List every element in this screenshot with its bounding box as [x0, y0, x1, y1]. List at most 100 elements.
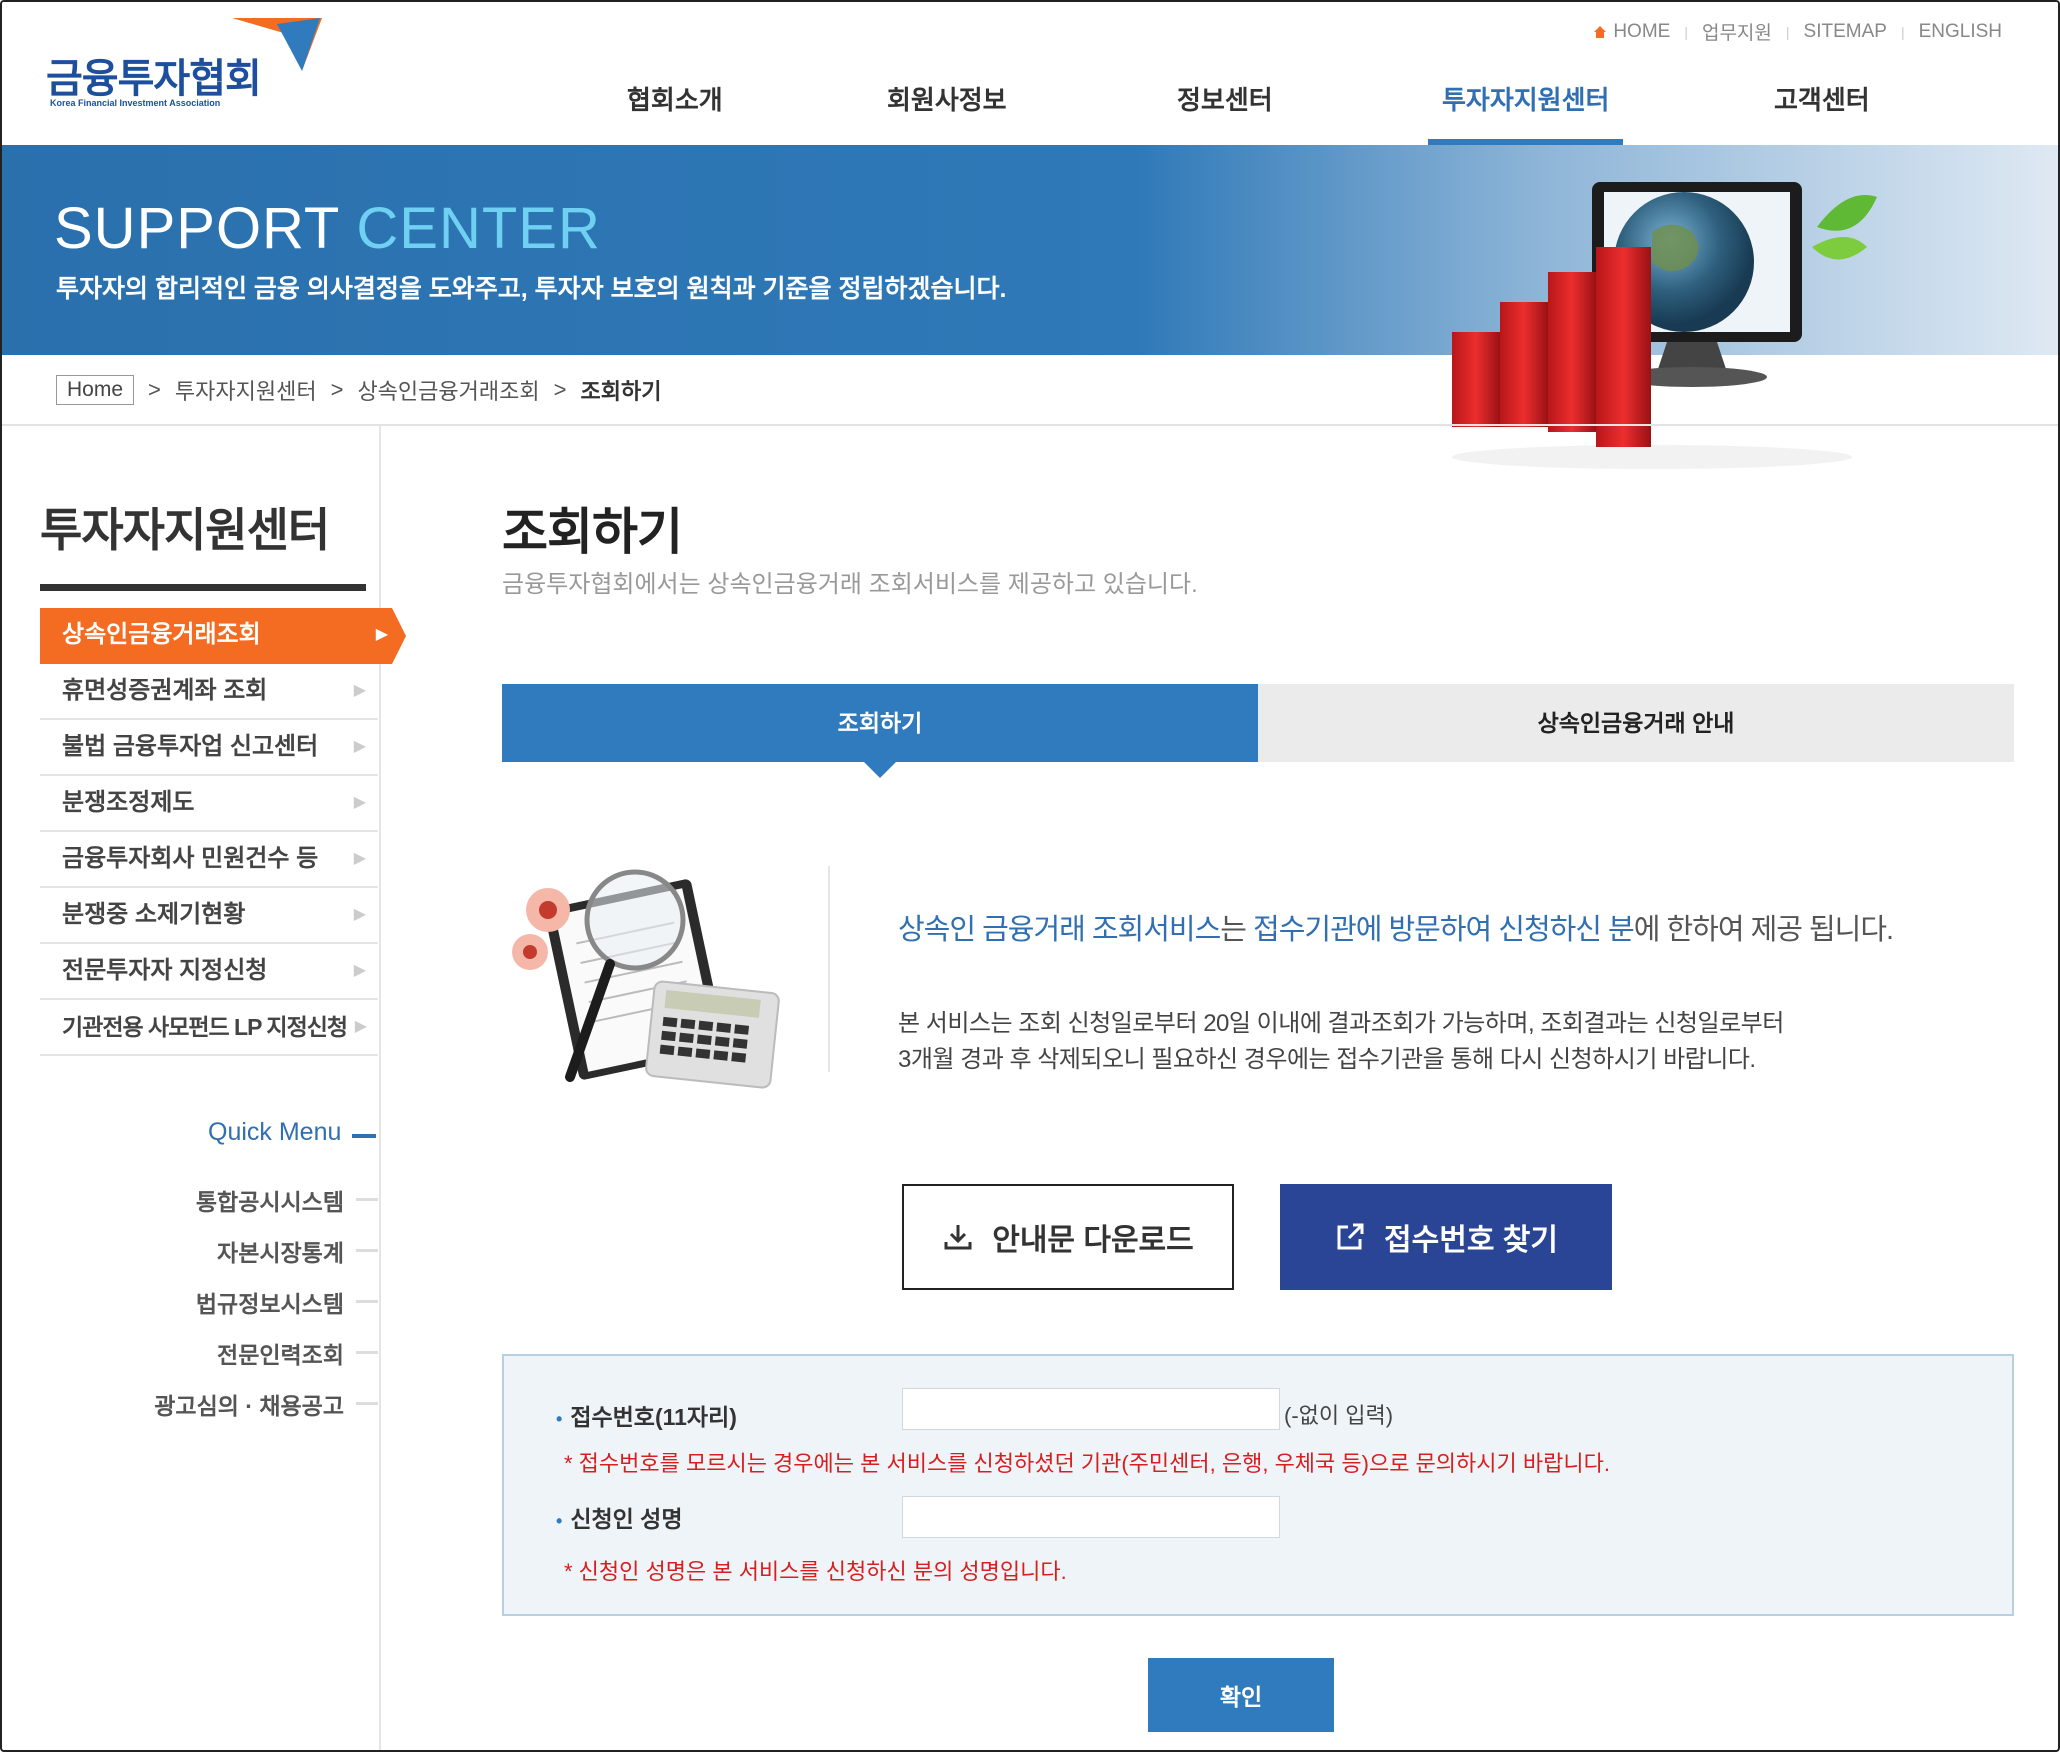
- breadcrumb-separator: >: [553, 377, 567, 402]
- receipt-number-label: • 접수번호(11자리): [556, 1398, 737, 1432]
- chevron-right-icon: ▶: [353, 962, 366, 979]
- info-headline-service: 상속인 금융거래 조회서비스: [898, 914, 1221, 946]
- breadcrumb-home[interactable]: Home: [56, 375, 135, 405]
- info-headline-tail: 에 한하여 제공 됩니다.: [1633, 914, 1894, 946]
- nav-association-intro[interactable]: 협회소개: [627, 80, 723, 145]
- chevron-right-icon: ▶: [353, 738, 366, 755]
- sidebar-item-complaint-stats[interactable]: 금융투자회사 민원건수 등 ▶: [40, 832, 378, 888]
- banner-title-main: SUPPORT: [54, 196, 357, 261]
- banner-title: SUPPORT CENTER: [54, 195, 601, 262]
- quick-item-ad-review-jobs[interactable]: 광고심의 · 채용공고: [102, 1378, 378, 1429]
- info-headline: 상속인 금융거래 조회서비스는 접수기관에 방문하여 신청하신 분에 한하여 제…: [898, 906, 1894, 948]
- logo-text: 금융투자협회: [46, 57, 262, 101]
- info-headline-condition: 접수기관에 방문하여 신청하신 분: [1253, 914, 1635, 946]
- applicant-name-label-text: 신청인 성명: [570, 1506, 683, 1532]
- quick-item-label: 통합공시시스템: [195, 1188, 344, 1215]
- banner-subtitle: 투자자의 합리적인 금융 의사결정을 도와주고, 투자자 보호의 원칙과 기준을…: [56, 275, 1007, 303]
- inquiry-form: • 접수번호(11자리) (-없이 입력) * 접수번호를 모르시는 경우에는 본…: [502, 1354, 2014, 1616]
- home-icon: [1594, 25, 1607, 38]
- download-icon: [944, 1225, 972, 1250]
- util-home-label: HOME: [1613, 20, 1671, 42]
- info-body-line-1: 본 서비스는 조회 신청일로부터 20일 이내에 결과조회가 가능하며, 조회결…: [898, 1010, 1784, 1037]
- breadcrumb-inheritance-inquiry[interactable]: 상속인금융거래조회: [357, 374, 539, 406]
- info-body: 본 서비스는 조회 신청일로부터 20일 이내에 결과조회가 가능하며, 조회결…: [898, 1006, 1784, 1078]
- chevron-right-icon: ▶: [353, 850, 366, 867]
- download-guide-button[interactable]: 안내문 다운로드: [902, 1184, 1234, 1290]
- quick-item-disclosure-system[interactable]: 통합공시시스템: [102, 1174, 378, 1225]
- quick-item-line: [356, 1198, 378, 1201]
- util-english-link[interactable]: ENGLISH: [1919, 21, 2002, 43]
- nav-customer-center[interactable]: 고객센터: [1774, 80, 1870, 145]
- page-title: 조회하기: [502, 504, 683, 560]
- find-receipt-number-button[interactable]: 접수번호 찾기: [1280, 1184, 1612, 1290]
- bullet-icon: •: [556, 1511, 563, 1531]
- chevron-right-icon: ▶: [354, 1018, 367, 1035]
- applicant-name-input[interactable]: [902, 1496, 1280, 1538]
- page-frame: 금융투자협회 Korea Financial Investment Associ…: [0, 0, 2060, 1752]
- breadcrumb-separator: >: [148, 377, 161, 402]
- find-receipt-number-label: 접수번호 찾기: [1384, 1224, 1558, 1257]
- util-work-support-link[interactable]: 업무지원: [1702, 18, 1772, 45]
- sidebar-item-dispute-mediation[interactable]: 분쟁조정제도 ▶: [40, 776, 378, 832]
- quick-item-label: 법규정보시스템: [195, 1290, 344, 1317]
- monitor-chart-illustration: [1452, 182, 1877, 469]
- info-divider: [828, 866, 830, 1072]
- info-headline-particle: 는: [1220, 914, 1254, 946]
- sidebar-item-label: 분쟁조정제도: [62, 789, 195, 816]
- quick-item-line: [356, 1402, 378, 1405]
- quick-item-line: [356, 1300, 378, 1303]
- confirm-button[interactable]: 확인: [1148, 1658, 1334, 1732]
- quick-item-professional-search[interactable]: 전문인력조회: [102, 1327, 378, 1378]
- main-nav: 협회소개 회원사정보 정보센터 투자자지원센터 고객센터: [562, 80, 1922, 145]
- sidebar-item-illegal-report[interactable]: 불법 금융투자업 신고센터 ▶: [40, 720, 378, 776]
- tab-inheritance-guide[interactable]: 상속인금융거래 안내: [1258, 684, 2014, 762]
- util-separator: |: [1785, 23, 1790, 40]
- quick-menu: 통합공시시스템 자본시장통계 법규정보시스템 전문인력조회 광고심의 · 채용공…: [102, 1174, 378, 1429]
- quick-item-line: [356, 1351, 378, 1354]
- quick-menu-title: Quick Menu: [208, 1118, 342, 1146]
- download-guide-label: 안내문 다운로드: [992, 1224, 1194, 1257]
- util-home-link[interactable]: HOME: [1593, 21, 1670, 43]
- receipt-number-input[interactable]: [902, 1388, 1280, 1430]
- quick-menu-title-bar: [352, 1134, 376, 1138]
- breadcrumb-investor-support[interactable]: 투자자지원센터: [175, 374, 317, 406]
- utility-nav: HOME | 업무지원 | SITEMAP | ENGLISH: [1593, 18, 2002, 45]
- tab-inquiry[interactable]: 조회하기: [502, 684, 1258, 778]
- breadcrumb: Home > 투자자지원센터 > 상속인금융거래조회 > 조회하기: [56, 374, 661, 406]
- sidebar-item-label: 기관전용 사모펀드 LP 지정신청: [62, 1014, 348, 1040]
- applicant-name-label: • 신청인 성명: [556, 1500, 683, 1534]
- nav-member-info[interactable]: 회원사정보: [887, 80, 1007, 145]
- receipt-number-note: * 접수번호를 모르시는 경우에는 본 서비스를 신청하셨던 기관(주민센터, …: [564, 1451, 1610, 1476]
- quick-item-regulation-system[interactable]: 법규정보시스템: [102, 1276, 378, 1327]
- sidebar-menu: 상속인금융거래조회 ▶ 휴면성증권계좌 조회 ▶ 불법 금융투자업 신고센터 ▶…: [40, 608, 406, 1056]
- sidebar-item-lawsuit-status[interactable]: 분쟁중 소제기현황 ▶: [40, 888, 378, 944]
- sidebar-item-label: 금융투자회사 민원건수 등: [62, 845, 319, 872]
- breadcrumb-current: 조회하기: [580, 379, 662, 404]
- magnifier-calculator-illustration: [512, 869, 780, 1089]
- nav-info-center[interactable]: 정보센터: [1177, 80, 1273, 145]
- chevron-right-icon: ▶: [353, 906, 366, 923]
- logo-subtext: Korea Financial Investment Association: [50, 98, 221, 108]
- quick-item-label: 전문인력조회: [217, 1341, 344, 1368]
- sidebar-item-private-fund-lp[interactable]: 기관전용 사모펀드 LP 지정신청 ▶: [40, 1000, 378, 1056]
- external-link-icon: [1337, 1223, 1364, 1250]
- receipt-number-label-text: 접수번호(11자리): [570, 1404, 737, 1430]
- breadcrumb-separator: >: [330, 377, 344, 402]
- nav-investor-support[interactable]: 투자자지원센터: [1427, 80, 1624, 145]
- sidebar-item-dormant-accounts[interactable]: 휴면성증권계좌 조회 ▶: [40, 664, 378, 720]
- info-body-line-2: 3개월 경과 후 삭제되오니 필요하신 경우에는 접수기관을 통해 다시 신청하…: [898, 1046, 1756, 1073]
- breadcrumb-divider: [2, 424, 2058, 426]
- chevron-right-icon: ▶: [353, 794, 366, 811]
- sidebar-item-label: 분쟁중 소제기현황: [62, 901, 246, 928]
- util-sitemap-link[interactable]: SITEMAP: [1804, 21, 1887, 43]
- page-description: 금융투자협회에서는 상속인금융거래 조회서비스를 제공하고 있습니다.: [502, 571, 1198, 598]
- quick-item-line: [356, 1249, 378, 1252]
- sidebar-item-professional-investor[interactable]: 전문투자자 지정신청 ▶: [40, 944, 378, 1000]
- header: 금융투자협회 Korea Financial Investment Associ…: [2, 2, 2058, 145]
- quick-item-market-stats[interactable]: 자본시장통계: [102, 1225, 378, 1276]
- sidebar-title: 투자자지원센터: [40, 504, 330, 556]
- sidebar-item-inheritance-inquiry[interactable]: 상속인금융거래조회 ▶: [40, 608, 406, 664]
- logo[interactable]: 금융투자협회 Korea Financial Investment Associ…: [46, 16, 322, 116]
- banner-title-accent: CENTER: [356, 196, 601, 261]
- sidebar-title-underline: [40, 584, 366, 591]
